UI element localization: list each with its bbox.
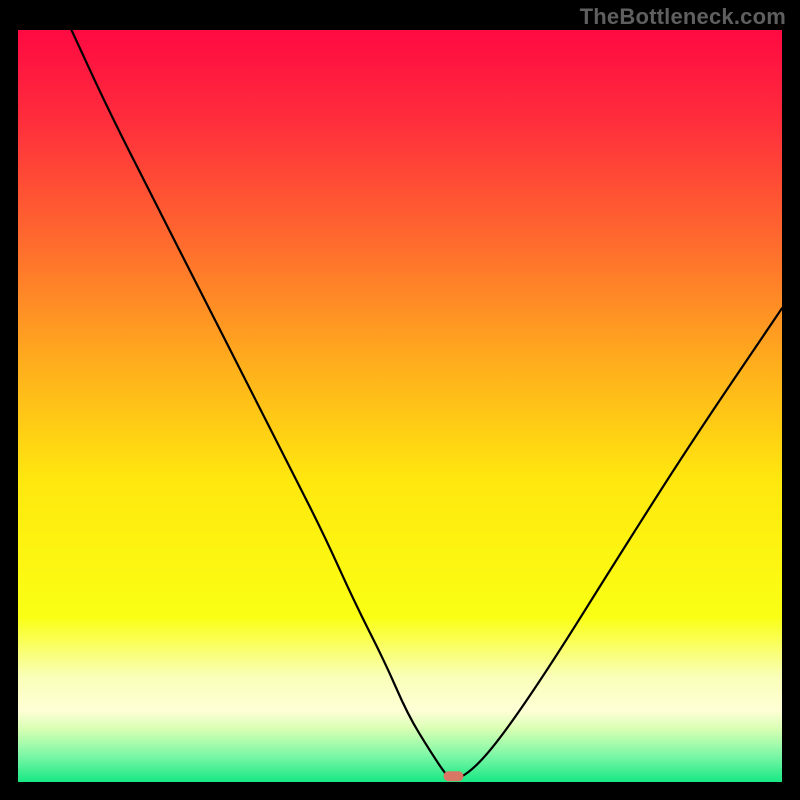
chart-svg — [18, 30, 782, 782]
watermark-text: TheBottleneck.com — [580, 4, 786, 30]
chart-frame: TheBottleneck.com — [0, 0, 800, 800]
plot-area — [18, 30, 782, 782]
optimal-marker — [444, 771, 464, 781]
gradient-background — [18, 30, 782, 782]
